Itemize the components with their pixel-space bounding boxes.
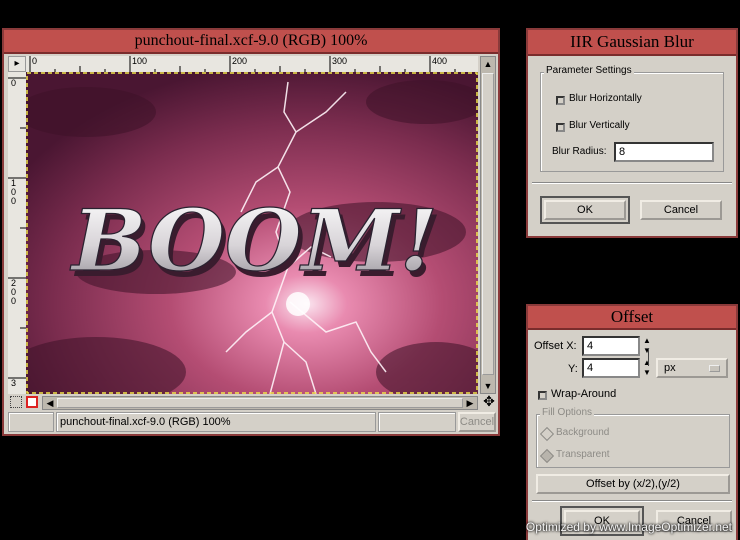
vertical-scrollbar[interactable]: ▲ ▼	[480, 56, 496, 394]
blur-vertically-label[interactable]: Blur Vertically	[569, 120, 630, 131]
wrap-around-label[interactable]: Wrap-Around	[551, 388, 616, 400]
unit-select[interactable]: px	[656, 358, 728, 378]
ruler-ticks	[8, 77, 26, 379]
scroll-right-arrow[interactable]: ▶	[464, 397, 476, 409]
horizontal-scrollbar[interactable]: ◀ ▶	[42, 396, 478, 410]
ruler-label: 0	[11, 78, 17, 88]
offset-y-label: Y:	[568, 363, 578, 375]
blur-horizontally-label[interactable]: Blur Horizontally	[569, 93, 642, 104]
status-left-pane	[8, 412, 54, 432]
dialog-separator	[532, 182, 732, 184]
progress-bar	[378, 412, 456, 432]
transparent-label[interactable]: Transparent	[556, 449, 610, 460]
scroll-left-arrow[interactable]: ◀	[44, 397, 56, 409]
scroll-thumb[interactable]	[57, 398, 463, 408]
blur-radius-input[interactable]: 8	[614, 142, 714, 162]
group-label: Parameter Settings	[544, 65, 634, 76]
watermark: Optimized by www.ImageOptimizer.net	[525, 520, 732, 534]
image-window-title[interactable]: punchout-final.xcf-9.0 (RGB) 100%	[4, 30, 498, 54]
spin-up-icon[interactable]: ▲	[643, 336, 651, 345]
background-label[interactable]: Background	[556, 427, 609, 438]
image-canvas[interactable]: BOOM! BOOM!	[26, 72, 478, 394]
offset-dialog: Offset Offset X: 4 ▲ ▼ Y: 4 ▲ ▼ px Wrap-Ar…	[526, 304, 738, 540]
dialog-separator	[532, 500, 732, 502]
group-label: Fill Options	[540, 407, 595, 418]
dropdown-indicator-icon	[709, 365, 720, 372]
ok-button[interactable]: OK	[544, 200, 626, 220]
offset-y-input[interactable]: 4	[582, 358, 640, 378]
unit-value: px	[664, 362, 676, 374]
scroll-up-arrow[interactable]: ▲	[482, 58, 494, 70]
gaussian-blur-dialog: IIR Gaussian Blur Parameter Settings Blu…	[526, 28, 738, 238]
cancel-button[interactable]: Cancel	[458, 412, 496, 432]
quickmask-off-icon[interactable]	[10, 396, 22, 408]
blur-radius-label: Blur Radius:	[552, 146, 607, 157]
lightning-photo: BOOM! BOOM!	[26, 72, 478, 394]
status-text: punchout-final.xcf-9.0 (RGB) 100%	[56, 412, 376, 432]
ruler-label: 400	[432, 56, 448, 66]
blur-horizontally-checkbox[interactable]	[556, 96, 565, 105]
ruler-label: 300	[332, 56, 348, 66]
ruler-ticks	[29, 56, 456, 72]
dialog-title[interactable]: IIR Gaussian Blur	[528, 30, 736, 56]
blur-vertically-checkbox[interactable]	[556, 123, 565, 132]
navigate-icon[interactable]: ✥	[482, 394, 496, 408]
offset-half-button[interactable]: Offset by (x/2),(y/2)	[536, 474, 730, 494]
ruler-label: 2 0 0	[11, 278, 17, 306]
vertical-ruler[interactable]: 0 1 0 0 2 0 0 3	[8, 72, 27, 394]
spin-down-icon[interactable]: ▼	[643, 368, 651, 377]
horizontal-ruler[interactable]: 0 100 200 300 400	[26, 56, 478, 73]
ruler-label: 0	[32, 56, 38, 66]
ruler-label: 3	[11, 378, 17, 388]
ruler-label: 200	[232, 56, 248, 66]
quickmask-on-icon[interactable]	[26, 396, 38, 408]
wrap-around-checkbox[interactable]	[538, 391, 547, 400]
boom-text-face: BOOM!	[70, 191, 438, 290]
offset-x-label: Offset X:	[534, 340, 577, 352]
image-menu-button[interactable]: ▸	[8, 56, 26, 72]
scroll-thumb[interactable]	[482, 73, 494, 375]
scroll-down-arrow[interactable]: ▼	[482, 380, 494, 392]
image-window: punchout-final.xcf-9.0 (RGB) 100% ▸ 0 10…	[2, 28, 500, 436]
arrow-right-icon: ▸	[14, 58, 20, 69]
chain-link-icon[interactable]	[644, 348, 649, 366]
ruler-label: 1 0 0	[11, 178, 17, 206]
ruler-label: 100	[132, 56, 148, 66]
offset-x-input[interactable]: 4	[582, 336, 640, 356]
cancel-button[interactable]: Cancel	[640, 200, 722, 220]
dialog-title[interactable]: Offset	[528, 306, 736, 330]
